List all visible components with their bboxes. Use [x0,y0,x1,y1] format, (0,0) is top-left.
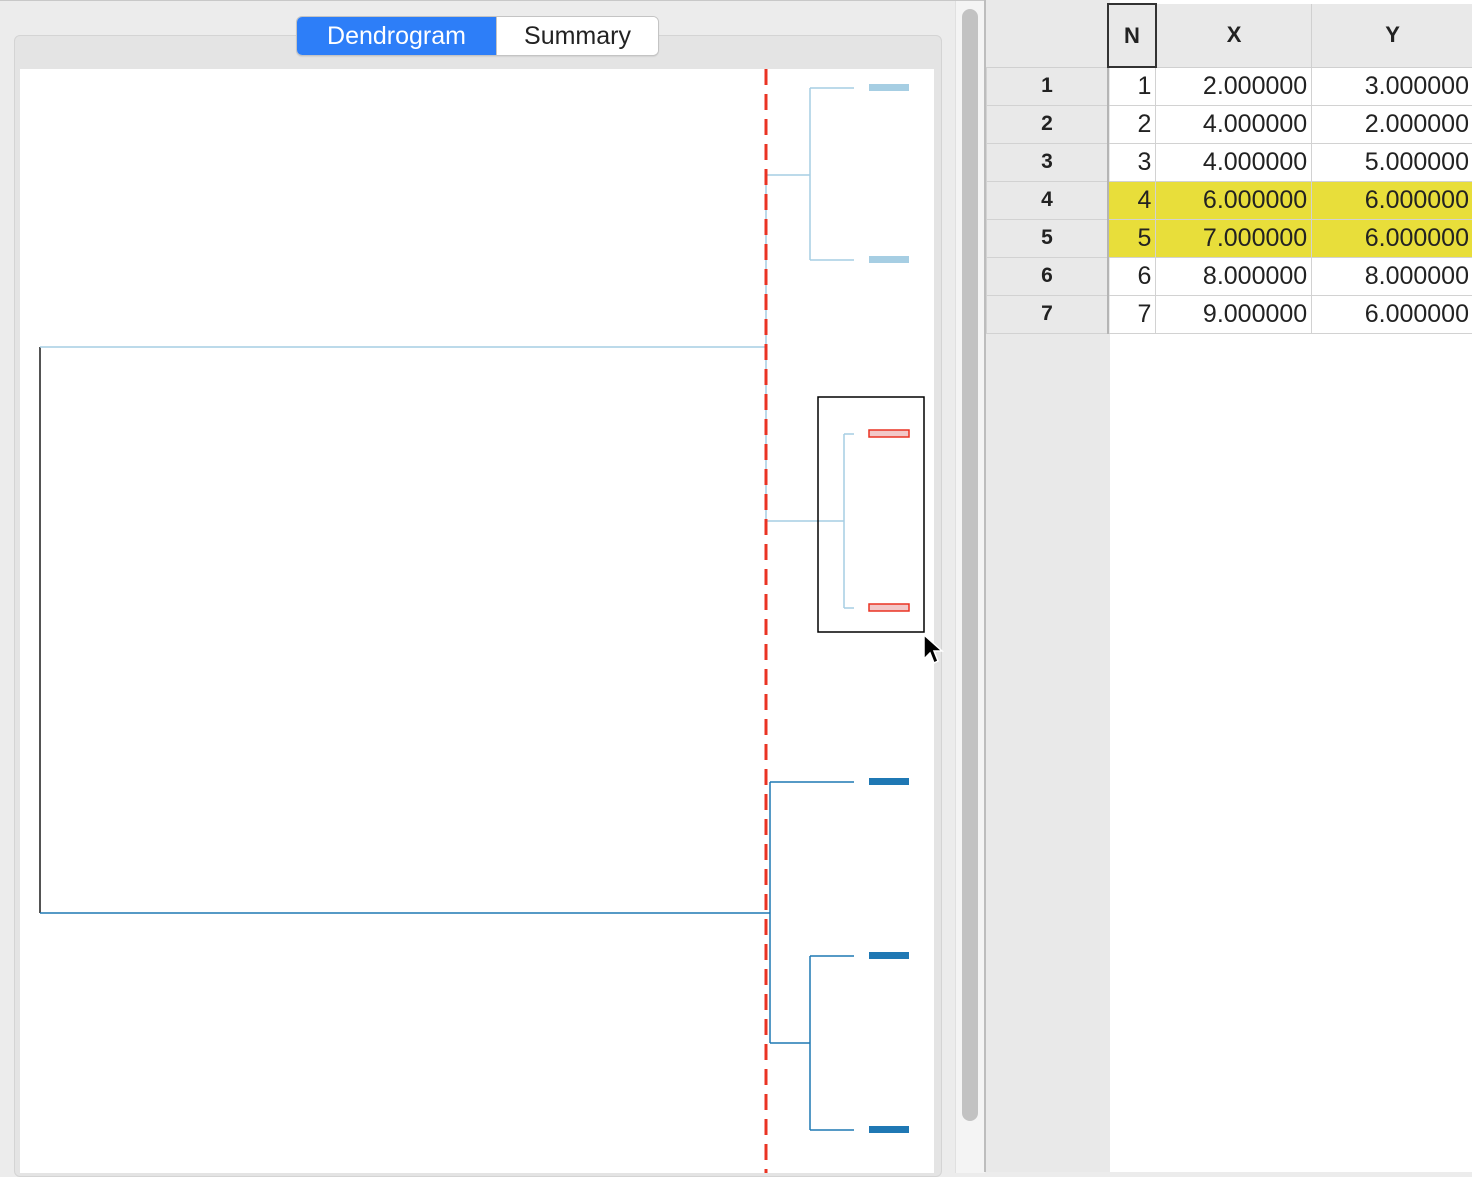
table-header-row: N X Y [987,4,1472,67]
scrollbar-thumb[interactable] [962,9,978,1121]
cell-n[interactable]: 2 [1108,105,1156,143]
leaf-marker-2 [869,256,909,263]
table-row[interactable]: 779.0000006.000000 [987,295,1472,333]
cell-n[interactable]: 4 [1108,181,1156,219]
corner-cell [987,4,1109,67]
leaf-marker-5 [869,778,909,785]
dendrogram-plot[interactable] [20,69,934,1173]
cell-n[interactable]: 6 [1108,257,1156,295]
table-row[interactable]: 557.0000006.000000 [987,219,1472,257]
data-table-panel: N X Y 112.0000003.000000224.0000002.0000… [984,0,1472,1172]
cluster-a-branches [766,88,854,608]
cell-n[interactable]: 3 [1108,143,1156,181]
table-row[interactable]: 446.0000006.000000 [987,181,1472,219]
cell-y[interactable]: 8.000000 [1312,257,1472,295]
table-row[interactable]: 224.0000002.000000 [987,105,1472,143]
vertical-scrollbar[interactable] [955,1,985,1173]
table-row[interactable]: 112.0000003.000000 [987,67,1472,105]
dendrogram-panel: Dendrogram Summary [0,0,984,1173]
leaf-marker-6 [869,952,909,959]
cell-x[interactable]: 4.000000 [1156,105,1312,143]
cell-x[interactable]: 8.000000 [1156,257,1312,295]
view-tabs: Dendrogram Summary [296,16,659,56]
column-header-y[interactable]: Y [1312,4,1472,67]
row-header[interactable]: 1 [987,67,1109,105]
cell-x[interactable]: 9.000000 [1156,295,1312,333]
row-header[interactable]: 6 [987,257,1109,295]
row-header[interactable]: 2 [987,105,1109,143]
cell-x[interactable]: 6.000000 [1156,181,1312,219]
cell-n[interactable]: 1 [1108,67,1156,105]
cell-y[interactable]: 6.000000 [1312,295,1472,333]
mouse-cursor-icon [922,633,946,669]
cell-y[interactable]: 6.000000 [1312,181,1472,219]
leaf-marker-1 [869,84,909,91]
row-header[interactable]: 4 [987,181,1109,219]
cell-y[interactable]: 3.000000 [1312,67,1472,105]
cell-n[interactable]: 5 [1108,219,1156,257]
tab-dendrogram[interactable]: Dendrogram [297,17,496,55]
cell-x[interactable]: 2.000000 [1156,67,1312,105]
data-table: N X Y 112.0000003.000000224.0000002.0000… [986,3,1472,334]
leaf-marker-4 [869,604,909,611]
cell-n[interactable]: 7 [1108,295,1156,333]
column-header-x[interactable]: X [1156,4,1312,67]
table-row[interactable]: 668.0000008.000000 [987,257,1472,295]
dendrogram-canvas[interactable] [20,69,934,1173]
table-row[interactable]: 334.0000005.000000 [987,143,1472,181]
cell-y[interactable]: 5.000000 [1312,143,1472,181]
column-header-n[interactable]: N [1108,4,1156,67]
cell-x[interactable]: 7.000000 [1156,219,1312,257]
row-header[interactable]: 7 [987,295,1109,333]
cluster-c-branches [766,782,854,1130]
cell-y[interactable]: 6.000000 [1312,219,1472,257]
leaf-marker-7 [869,1126,909,1133]
row-header[interactable]: 3 [987,143,1109,181]
cell-y[interactable]: 2.000000 [1312,105,1472,143]
row-header[interactable]: 5 [987,219,1109,257]
cell-x[interactable]: 4.000000 [1156,143,1312,181]
leaf-marker-3 [869,430,909,437]
tab-summary[interactable]: Summary [496,17,658,55]
